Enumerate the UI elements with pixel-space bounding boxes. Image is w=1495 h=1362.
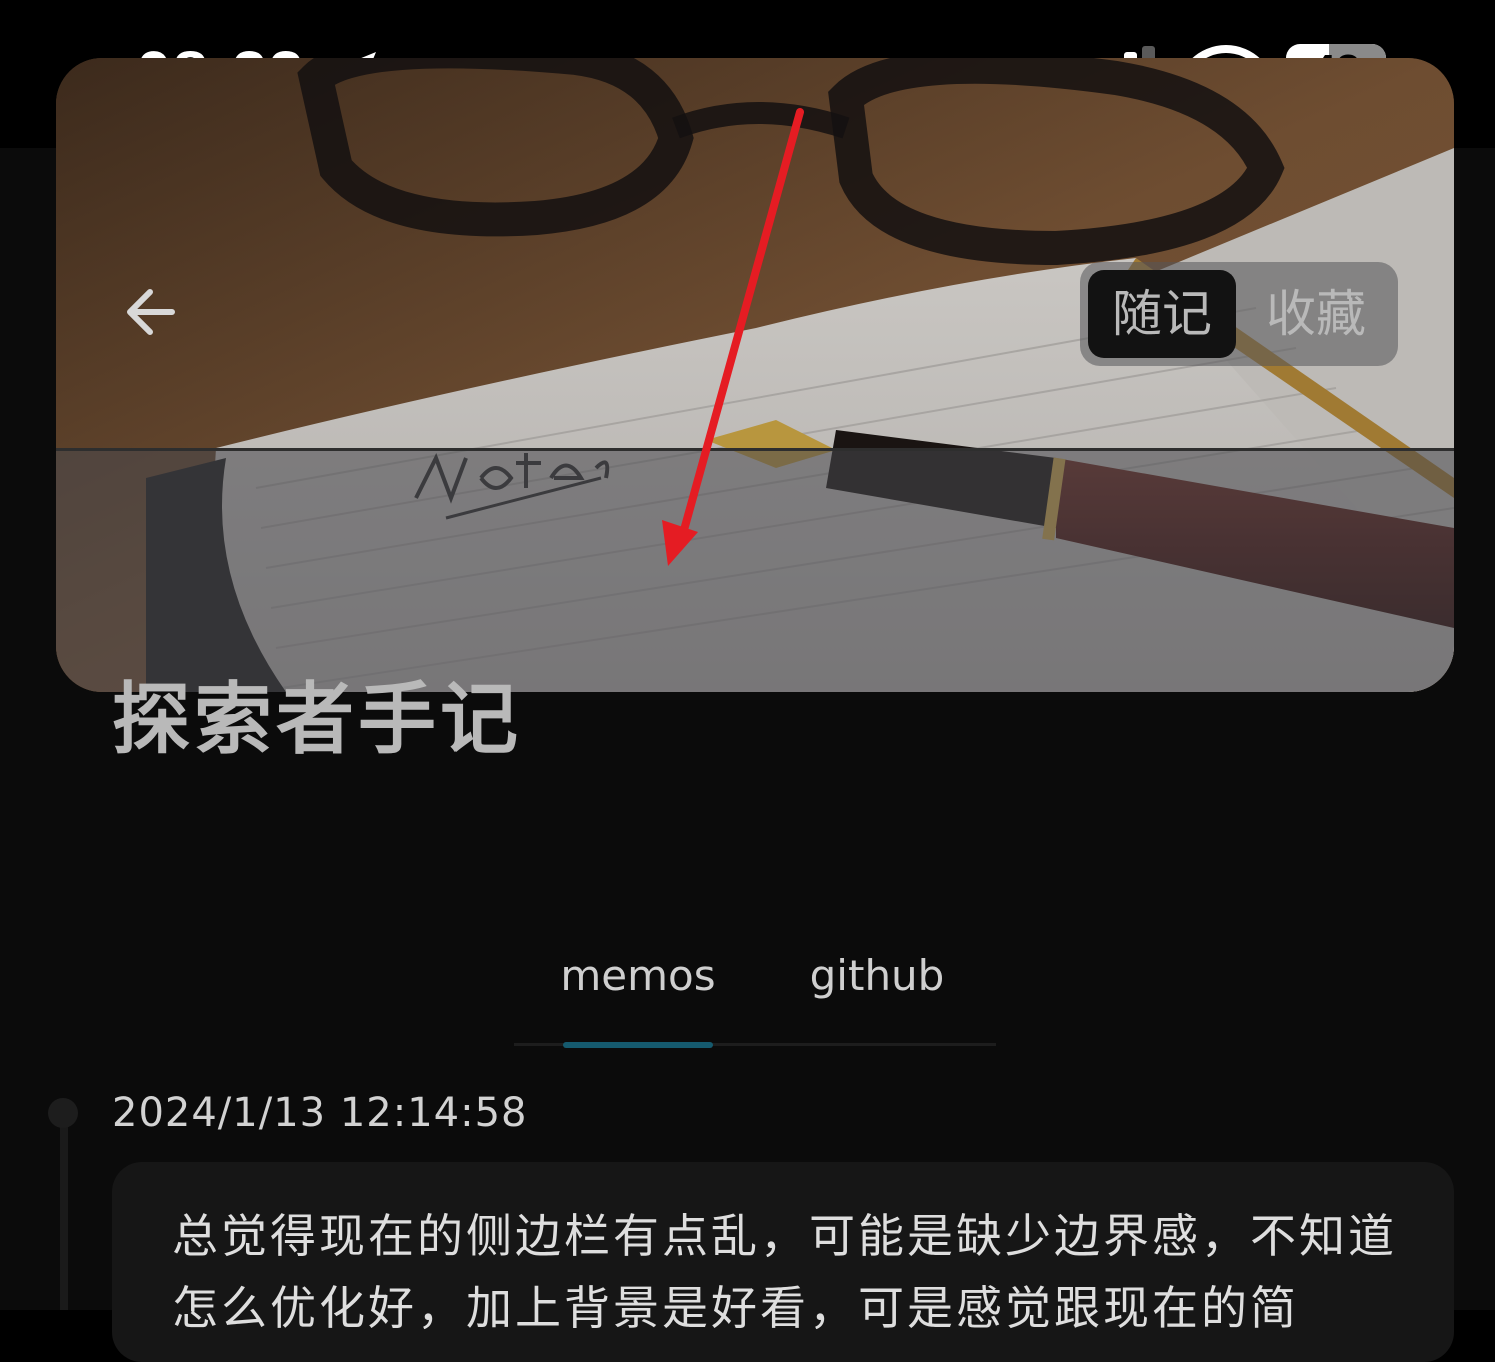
memo-text: 总觉得现在的侧边栏有点乱，可能是缺少边界感，不知道怎么优化好，加上背景是好看，可… <box>172 1209 1397 1335</box>
timeline-line <box>60 1112 68 1310</box>
page-title: 探索者手记 <box>112 675 523 765</box>
tab-active-indicator <box>563 1042 713 1048</box>
hero-caption-overlay <box>56 448 1454 692</box>
segmented-control: 随记 收藏 <box>1080 262 1398 366</box>
memo-card[interactable]: 总觉得现在的侧边栏有点乱，可能是缺少边界感，不知道怎么优化好，加上背景是好看，可… <box>112 1162 1454 1362</box>
segment-shoucang[interactable]: 收藏 <box>1240 270 1392 358</box>
segment-suiji[interactable]: 随记 <box>1088 270 1236 358</box>
timeline-dot <box>48 1098 78 1128</box>
tab-github[interactable]: github <box>782 948 972 1004</box>
tab-memos[interactable]: memos <box>540 948 736 1004</box>
arrow-left-icon[interactable] <box>120 280 184 344</box>
entry-date: 2024/1/13 12:14:58 <box>112 1090 528 1136</box>
hero-banner <box>56 58 1454 692</box>
